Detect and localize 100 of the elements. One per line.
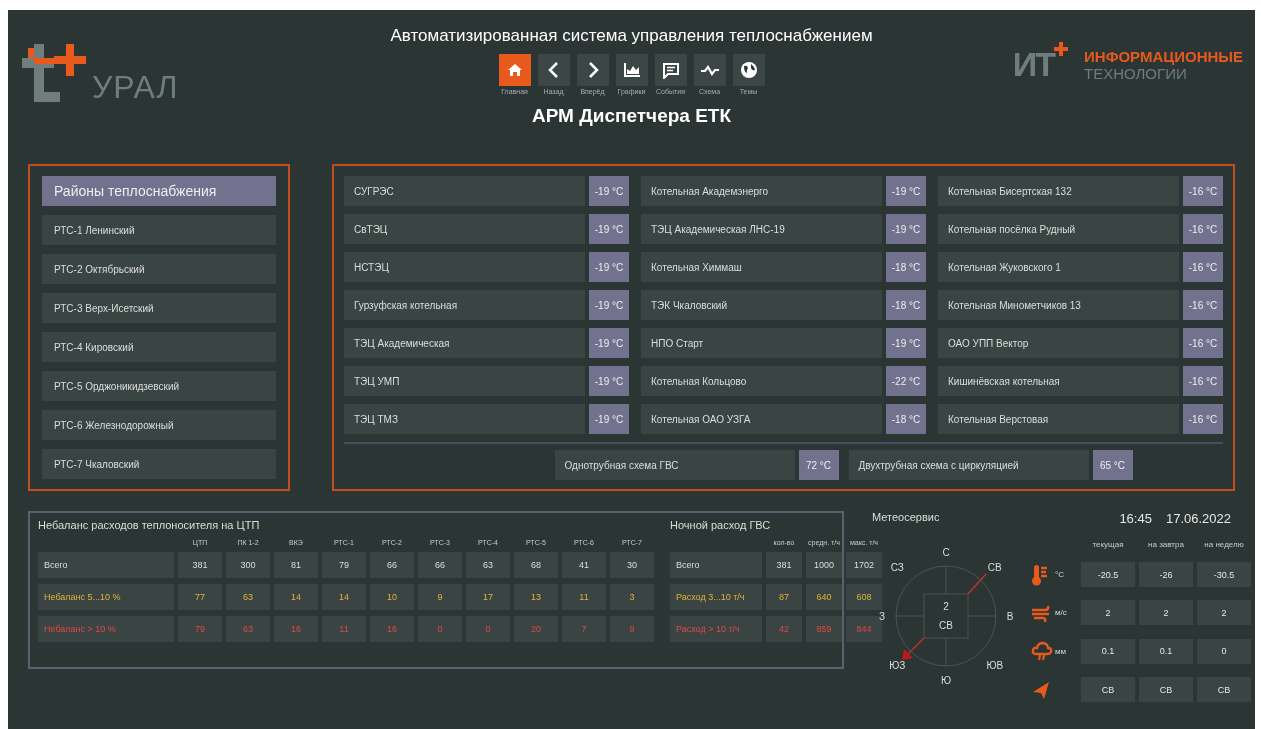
table-cell: 77 (178, 584, 222, 610)
temperature-value: -18 °C (886, 290, 926, 320)
table-cell: 1702 (846, 552, 882, 578)
temperature-value: -19 °C (886, 176, 926, 206)
company-name: ИНФОРМАЦИОННЫЕ (1084, 48, 1243, 65)
source-name[interactable]: Котельная Минометчиков 13 (938, 290, 1179, 320)
compass-label: СЗ (890, 562, 904, 574)
compass-label: С (942, 547, 950, 558)
table-cell: 81 (274, 552, 318, 578)
table-cell: 20 (514, 616, 558, 642)
source-name[interactable]: ТЭК Чкаловский (641, 290, 882, 320)
temperature-value: -22 °C (886, 366, 926, 396)
district-item[interactable]: РТС-1 Ленинский (42, 215, 276, 245)
table-cell: 66 (418, 552, 462, 578)
table-cell: 859 (806, 616, 842, 642)
source-name[interactable]: Котельная Академэнерго (641, 176, 882, 206)
table-cell: 11 (322, 616, 366, 642)
pulse-icon (699, 64, 720, 76)
row-label: Всего (38, 552, 174, 578)
source-name[interactable]: ТЭЦ ТМЗ (344, 404, 585, 434)
source-name[interactable]: Котельная Химмаш (641, 252, 882, 282)
table-cell: 87 (766, 584, 802, 610)
temperature-value: -19 °C (886, 214, 926, 244)
message-icon (661, 61, 680, 79)
table-cell: 1000 (806, 552, 842, 578)
source-name[interactable]: СвТЭЦ (344, 214, 585, 244)
temperature-value: -16 °C (1183, 176, 1223, 206)
table-cell: 41 (562, 552, 606, 578)
weather-value: -26 (1139, 562, 1193, 588)
temperature-value: 72 °C (798, 450, 839, 480)
source-name[interactable]: Кишинёвская котельная (938, 366, 1179, 396)
scheme-name[interactable]: Однотрубная схема ГВС (554, 450, 795, 480)
source-name[interactable]: Гурзуфская котельная (344, 290, 585, 320)
table-title: Ночной расход ГВС (670, 519, 772, 533)
source-name[interactable]: Котельная Бисертская 132 (938, 176, 1179, 206)
source-name[interactable]: ОАО УПП Вектор (938, 328, 1179, 358)
temperature-value: -16 °C (1183, 214, 1223, 244)
wind-speed: 2 (943, 601, 949, 612)
compass-label: ЮВ (986, 659, 1004, 671)
district-item[interactable]: РТС-3 Верх-Исетский (42, 293, 276, 323)
source-name[interactable]: Котельная Кольцово (641, 366, 882, 396)
table-cell: 0 (466, 616, 510, 642)
row-label: Расход 3...10 т/ч (670, 584, 762, 610)
district-item[interactable]: РТС-5 Орджоникидзевский (42, 371, 276, 401)
table-cell: 14 (274, 584, 318, 610)
compass-label: Ю (940, 675, 952, 686)
source-name[interactable]: ТЭЦ Академическая (344, 328, 585, 358)
districts-header[interactable]: Районы теплоснабжения (42, 176, 276, 206)
table-cell: 63 (466, 552, 510, 578)
source-name[interactable]: СУГРЭС (344, 176, 585, 206)
chevron-left-icon (546, 61, 561, 79)
table-cell: 9 (418, 584, 462, 610)
unit-label: °C (1055, 570, 1065, 580)
compass-label: СВ (987, 562, 1002, 574)
table-cell: 63 (226, 584, 270, 610)
wind-icon (1031, 603, 1051, 623)
table-title: Небаланс расходов теплоносителя на ЦТП (38, 519, 261, 533)
company-logo-mark: ИТ (1012, 48, 1054, 85)
compass-label: ЮЗ (889, 659, 906, 671)
table-cell: 17 (466, 584, 510, 610)
table-cell: 13 (514, 584, 558, 610)
table-cell: 66 (370, 552, 414, 578)
source-name[interactable]: ТЭЦ УМП (344, 366, 585, 396)
scheme-name[interactable]: Двухтрубная схема с циркуляцией (848, 450, 1089, 480)
temperature-value: -16 °C (1183, 290, 1223, 320)
source-name[interactable]: НСТЭЦ (344, 252, 585, 282)
district-item[interactable]: РТС-6 Железнодорожный (42, 410, 276, 440)
table-cell: 300 (226, 552, 270, 578)
source-name[interactable]: НПО Старт (641, 328, 882, 358)
table-cell: 16 (274, 616, 318, 642)
source-name[interactable]: Котельная ОАО УЗГА (641, 404, 882, 434)
district-item[interactable]: РТС-7 Чкаловский (42, 449, 276, 479)
compass-label: З (879, 611, 885, 622)
temperature-value: -19 °C (589, 290, 629, 320)
source-name[interactable]: ТЭЦ Академическая ЛНС-19 (641, 214, 882, 244)
district-item[interactable]: РТС-2 Октябрьский (42, 254, 276, 284)
cloud-icon (1031, 641, 1053, 662)
app-title: Автоматизированная система управления теплоснабжением (390, 26, 873, 46)
globe-icon (739, 61, 758, 79)
table-cell: 7 (562, 616, 606, 642)
temperature-value: 65 °C (1092, 450, 1133, 480)
row-label: Всего (670, 552, 762, 578)
plus-icon (1054, 42, 1068, 56)
source-name[interactable]: Котельная посёлка Рудный (938, 214, 1179, 244)
weather-value: СВ (1197, 677, 1251, 703)
temperature-value: -18 °C (886, 404, 926, 434)
table-cell: 14 (322, 584, 366, 610)
temperature-value: -19 °C (589, 252, 629, 282)
district-item[interactable]: РТС-4 Кировский (42, 332, 276, 362)
chart-icon (622, 62, 641, 78)
weather-value: 2 (1081, 600, 1135, 626)
row-label: Небаланс > 10 % (38, 616, 174, 642)
row-label: Небаланс 5...10 % (38, 584, 174, 610)
source-name[interactable]: Котельная Жуковского 1 (938, 252, 1179, 282)
logo-text: УРАЛ (92, 69, 179, 106)
table-cell: 30 (610, 552, 654, 578)
compass-label: В (1006, 611, 1014, 622)
temperature-value: -16 °C (1183, 252, 1223, 282)
table-cell: 9 (610, 616, 654, 642)
source-name[interactable]: Котельная Верстовая (938, 404, 1179, 434)
